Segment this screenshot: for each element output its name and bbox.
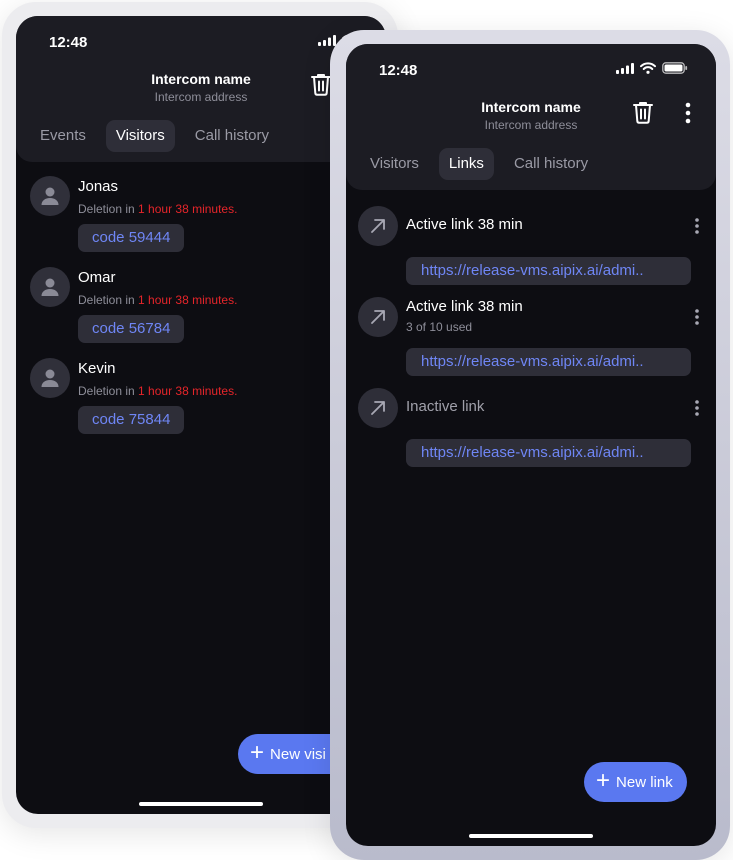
app-header: 12:48 Intercom name Intercom address Vis… <box>346 44 716 190</box>
tab-links[interactable]: Links <box>438 148 494 180</box>
links-list: Active link 38 min https://release-vms.a… <box>358 206 704 479</box>
deletion-info: Deletion in 1 hour 38 minutes. <box>78 293 237 307</box>
home-indicator <box>139 802 263 806</box>
new-link-label: New link <box>616 773 673 791</box>
list-item[interactable]: Active link 38 min https://release-vms.a… <box>358 206 704 297</box>
more-vertical-icon <box>685 102 691 124</box>
list-item[interactable]: Jonas Deletion in 1 hour 38 minutes. cod… <box>30 176 370 267</box>
home-indicator <box>469 834 593 838</box>
link-url-chip[interactable]: https://release-vms.aipix.ai/admi.. <box>406 439 691 467</box>
new-link-button[interactable]: + New link <box>584 762 687 802</box>
tab-visitors[interactable]: Visitors <box>360 148 429 180</box>
new-visitor-label: New visi <box>270 745 326 763</box>
tab-bar: Visitors Links Call history <box>360 148 598 180</box>
link-status-badge <box>358 206 398 246</box>
list-item[interactable]: Kevin Deletion in 1 hour 38 minutes. cod… <box>30 358 370 449</box>
signal-icon <box>318 34 336 46</box>
trash-icon <box>633 102 653 124</box>
arrow-up-right-icon <box>371 219 385 233</box>
tab-events[interactable]: Events <box>30 120 96 152</box>
deletion-info: Deletion in 1 hour 38 minutes. <box>78 384 237 398</box>
visitor-code-chip[interactable]: code 56784 <box>78 315 185 343</box>
link-title: Active link 38 min <box>406 216 523 233</box>
link-url-chip[interactable]: https://release-vms.aipix.ai/admi.. <box>406 257 691 285</box>
visitor-name: Omar <box>78 269 116 286</box>
plus-icon: + <box>250 739 265 766</box>
arrow-up-right-icon <box>371 401 385 415</box>
tab-call-history[interactable]: Call history <box>504 148 598 180</box>
tab-visitors[interactable]: Visitors <box>105 120 175 152</box>
visitor-code-chip[interactable]: code 75844 <box>78 406 185 434</box>
signal-icon <box>616 62 634 74</box>
link-title: Inactive link <box>406 398 485 415</box>
user-icon <box>41 278 59 296</box>
deletion-time: 1 hour 38 minutes. <box>138 293 238 307</box>
visitor-name: Kevin <box>78 360 116 377</box>
avatar <box>30 176 70 216</box>
deletion-prefix: Deletion in <box>78 384 139 398</box>
link-more-button[interactable] <box>690 216 704 236</box>
link-usage: 3 of 10 used <box>406 320 473 334</box>
more-vertical-icon <box>695 400 699 416</box>
list-item[interactable]: Active link 38 min 3 of 10 used https://… <box>358 297 704 388</box>
visitor-code-chip[interactable]: code 59444 <box>78 224 185 252</box>
status-time: 12:48 <box>379 62 418 79</box>
link-title: Active link 38 min <box>406 298 523 315</box>
link-status-badge <box>358 388 398 428</box>
deletion-prefix: Deletion in <box>78 202 139 216</box>
arrow-up-right-icon <box>371 310 385 324</box>
visitors-list: Jonas Deletion in 1 hour 38 minutes. cod… <box>30 176 370 449</box>
more-options-button[interactable] <box>680 102 696 124</box>
link-status-badge <box>358 297 398 337</box>
phone-frame-links: 12:48 Intercom name Intercom address Vis… <box>330 30 730 860</box>
wifi-icon <box>640 62 656 74</box>
plus-icon: + <box>596 767 611 794</box>
links-screen: 12:48 Intercom name Intercom address Vis… <box>346 44 716 846</box>
avatar <box>30 267 70 307</box>
status-icons <box>616 62 688 74</box>
user-icon <box>41 187 59 205</box>
tab-bar: Events Visitors Call history <box>30 120 279 152</box>
link-more-button[interactable] <box>690 398 704 418</box>
trash-icon <box>311 74 331 96</box>
deletion-info: Deletion in 1 hour 38 minutes. <box>78 202 237 216</box>
deletion-prefix: Deletion in <box>78 293 139 307</box>
delete-button[interactable] <box>632 100 656 126</box>
title-block: Intercom name Intercom address <box>346 98 716 134</box>
list-item[interactable]: Omar Deletion in 1 hour 38 minutes. code… <box>30 267 370 358</box>
more-vertical-icon <box>695 309 699 325</box>
deletion-time: 1 hour 38 minutes. <box>138 202 238 216</box>
list-item[interactable]: Inactive link https://release-vms.aipix.… <box>358 388 704 479</box>
deletion-time: 1 hour 38 minutes. <box>138 384 238 398</box>
link-url-chip[interactable]: https://release-vms.aipix.ai/admi.. <box>406 348 691 376</box>
avatar <box>30 358 70 398</box>
status-time: 12:48 <box>49 34 88 51</box>
tab-call-history[interactable]: Call history <box>185 120 279 152</box>
battery-icon <box>662 62 688 74</box>
link-more-button[interactable] <box>690 307 704 327</box>
intercom-title: Intercom name <box>481 99 581 115</box>
intercom-subtitle: Intercom address <box>484 118 578 132</box>
visitor-name: Jonas <box>78 178 119 195</box>
more-vertical-icon <box>695 218 699 234</box>
user-icon <box>41 369 59 387</box>
